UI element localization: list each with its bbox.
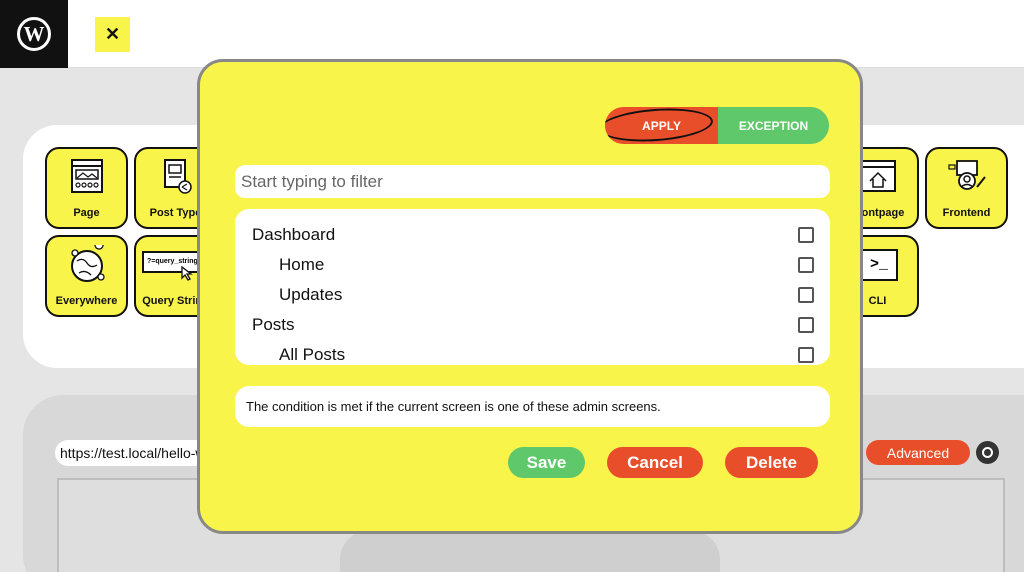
screen-checkbox[interactable] <box>798 317 814 333</box>
list-item-label: Posts <box>252 315 295 334</box>
list-item: All Posts <box>235 340 830 365</box>
screen-checkbox[interactable] <box>798 347 814 363</box>
tile-label: Page <box>73 207 100 219</box>
globe-pins-icon <box>70 245 105 282</box>
exception-label: EXCEPTION <box>738 118 809 133</box>
frontend-icon <box>947 160 986 190</box>
wordpress-logo-icon: W <box>17 17 51 51</box>
post-type-icon <box>163 159 192 194</box>
condition-tile-page[interactable]: Page <box>45 147 128 229</box>
condition-tile-everywhere[interactable]: Everywhere <box>45 235 128 317</box>
wordpress-logo[interactable]: W <box>0 0 68 68</box>
close-button[interactable]: ✕ <box>95 17 130 52</box>
screen-checkbox[interactable] <box>798 227 814 243</box>
cursor-icon <box>181 265 193 281</box>
tile-label: Everywhere <box>55 295 118 307</box>
admin-topbar: W ✕ <box>0 0 1024 68</box>
settings-toggle-button[interactable] <box>976 441 999 464</box>
preview-page-mock <box>340 530 720 572</box>
highlight-ring <box>605 107 714 144</box>
settings-icon <box>982 447 993 458</box>
condition-tile-frontend[interactable]: Frontend <box>925 147 1008 229</box>
screen-checkbox[interactable] <box>798 287 814 303</box>
list-item: Posts <box>235 310 830 340</box>
list-item: Home <box>235 250 830 280</box>
list-item-label: Home <box>279 255 325 274</box>
terminal-icon: >_ <box>860 249 898 281</box>
condition-modal: APPLY EXCEPTION Dashboard Home Updates P… <box>197 59 863 534</box>
exception-toggle-button[interactable]: EXCEPTION <box>718 107 829 144</box>
close-icon: ✕ <box>104 24 121 44</box>
list-item-label: All Posts <box>279 345 346 364</box>
screen-checkbox[interactable] <box>798 257 814 273</box>
page-layout-icon <box>70 159 103 193</box>
apply-toggle-button[interactable]: APPLY <box>605 107 718 144</box>
tile-label: Frontend <box>942 207 991 219</box>
list-item: Updates <box>235 280 830 310</box>
admin-screen-list: Dashboard Home Updates Posts All Posts <box>235 209 830 365</box>
delete-button[interactable]: Delete <box>725 447 818 478</box>
list-item: Dashboard <box>235 220 830 250</box>
list-item-label: Updates <box>279 285 343 304</box>
cancel-button[interactable]: Cancel <box>607 447 703 478</box>
advanced-button[interactable]: Advanced <box>866 440 970 465</box>
filter-input[interactable] <box>235 165 830 198</box>
save-button[interactable]: Save <box>508 447 585 478</box>
list-item-label: Dashboard <box>252 225 336 244</box>
condition-description: The condition is met if the current scre… <box>235 386 830 427</box>
apply-exception-toggle: APPLY EXCEPTION <box>605 107 829 144</box>
